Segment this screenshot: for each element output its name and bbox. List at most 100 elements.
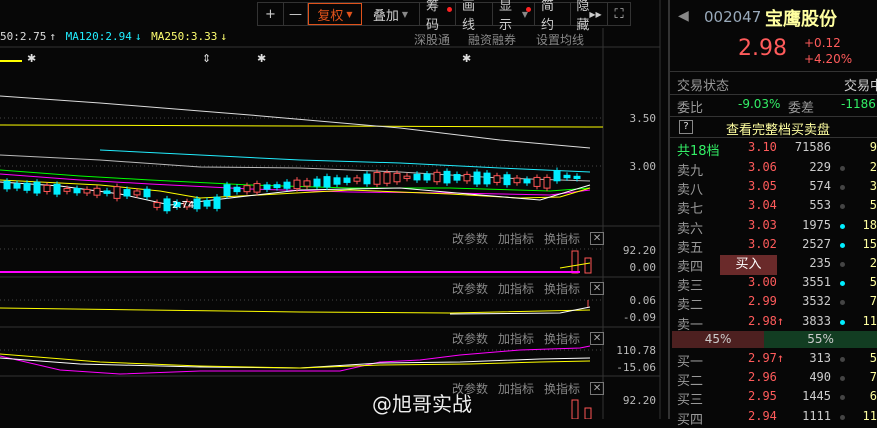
level-label: 卖三 — [677, 279, 704, 295]
level-price: 3.04 — [748, 198, 777, 213]
candle — [493, 175, 501, 183]
ask-row[interactable]: 卖六 3.03 1975 18 — [670, 217, 877, 237]
candle — [433, 171, 441, 183]
edit-params-button[interactable]: 改参数 — [452, 280, 488, 297]
ask-row[interactable]: 卖九 3.06 229 2 — [670, 159, 877, 179]
level-price: 2.94 — [748, 408, 777, 423]
candle — [403, 175, 411, 179]
candle — [313, 178, 321, 187]
swap-indicator-button[interactable]: 换指标 — [544, 330, 580, 347]
add-indicator-button[interactable]: 加指标 — [498, 380, 534, 397]
dot-icon — [840, 357, 845, 362]
axis-label: -0.09 — [622, 311, 656, 324]
price-change: +0.12 — [804, 36, 841, 50]
level-count: 11 — [862, 313, 877, 328]
full-book-button[interactable]: ? 查看完整档买卖盘 — [670, 118, 877, 138]
level-label: 卖七 — [677, 202, 704, 218]
level-label: 卖九 — [677, 164, 704, 179]
candle — [353, 177, 361, 182]
level-label: 买一 — [677, 355, 704, 370]
edit-params-button[interactable]: 改参数 — [452, 230, 488, 247]
level-count: 7 — [869, 294, 877, 309]
candle — [263, 184, 271, 190]
prev-stock-icon[interactable]: ◀ — [678, 8, 689, 24]
ask-row[interactable]: 卖七 3.04 553 5 — [670, 197, 877, 218]
status-label: 交易状态 — [677, 79, 730, 94]
candle — [233, 186, 241, 193]
swap-indicator-button[interactable]: 换指标 — [544, 380, 580, 397]
candle — [443, 170, 451, 184]
level-count: 15 — [862, 236, 877, 251]
level-price: 3.03 — [748, 217, 777, 232]
axis-label: 92.20 — [622, 394, 656, 407]
candle — [13, 183, 21, 189]
total-row: 共18档 3.10 71586 9 — [670, 139, 877, 159]
add-indicator-button[interactable]: 加指标 — [498, 280, 534, 297]
close-icon[interactable]: ✕ — [590, 332, 605, 345]
level-count: 7 — [869, 370, 877, 385]
buy-ratio: 45% — [672, 331, 765, 348]
bid-row[interactable]: 买二 2.96 490 7 — [670, 369, 877, 389]
candle — [523, 178, 531, 184]
level-price: 3.00 — [748, 275, 777, 290]
close-icon[interactable]: ✕ — [590, 232, 605, 245]
level-volume: 1111 — [802, 408, 831, 423]
swap-indicator-button[interactable]: 换指标 — [544, 230, 580, 247]
candle — [393, 172, 401, 183]
ask-row[interactable]: 卖八 3.05 574 3 — [670, 178, 877, 199]
dot-icon — [840, 223, 845, 229]
ask-row[interactable]: 卖一 2.98↑ 3833 11 — [670, 313, 877, 333]
help-icon[interactable]: ? — [679, 120, 693, 134]
weibi-row: 委比 -9.03% 委差 -1186 — [670, 96, 877, 116]
level-count: 18 — [862, 217, 877, 232]
level-count: 6 — [869, 389, 877, 404]
candle — [513, 177, 521, 184]
dot-icon — [840, 319, 845, 325]
candle — [83, 188, 91, 194]
full-book-label: 查看完整档买卖盘 — [726, 123, 831, 138]
candle — [123, 189, 131, 197]
total-price: 3.10 — [748, 140, 777, 154]
ask-row[interactable]: 卖二 2.99 3532 7 — [670, 293, 877, 313]
edit-params-button[interactable]: 改参数 — [452, 330, 488, 347]
candle — [3, 180, 11, 190]
level-price: 2.98↑ — [748, 313, 785, 328]
quote-panel: ◀ 002047 宝鹰股份 2.98 +0.12 +4.20% 交易状态 交易中 … — [668, 0, 877, 428]
close-icon[interactable]: ✕ — [590, 282, 605, 295]
dot-icon — [840, 376, 845, 382]
candle — [423, 173, 431, 181]
axis-label: 3.00 — [629, 160, 657, 173]
add-indicator-button[interactable]: 加指标 — [498, 330, 534, 347]
level-count: 5 — [869, 275, 877, 290]
ask-row[interactable]: 卖三 3.00 3551 5 — [670, 274, 877, 295]
indicator-panel-header: 改参数 加指标 换指标 ✕ — [452, 280, 605, 297]
level-count: 2 — [869, 256, 877, 270]
dot-icon — [840, 166, 845, 171]
dot-icon — [840, 262, 845, 267]
candle — [33, 181, 41, 194]
ask-row[interactable]: 卖五 3.02 2527 15 — [670, 236, 877, 256]
total-count: 9 — [869, 140, 877, 154]
dot-icon — [840, 185, 845, 191]
candle — [113, 186, 121, 199]
candle — [53, 183, 61, 195]
candle — [163, 198, 171, 212]
sell-ratio: 55% — [807, 332, 834, 346]
candle — [383, 172, 391, 184]
level-volume: 3551 — [802, 275, 831, 290]
chart-canvas[interactable]: ✱ ⇕ ✱ ✱ 2.74 — [0, 0, 668, 419]
candle — [153, 202, 161, 208]
candle — [483, 172, 491, 185]
bid-row[interactable]: 买一 2.97↑ 313 5 — [670, 350, 877, 370]
level-label: 卖八 — [677, 183, 704, 199]
bid-row[interactable]: 买四 2.94 1111 11 — [670, 408, 877, 428]
candle — [273, 184, 281, 189]
buy-button[interactable]: 买入 — [720, 255, 777, 275]
swap-indicator-button[interactable]: 换指标 — [544, 280, 580, 297]
indicator-panel-header: 改参数 加指标 换指标 ✕ — [452, 330, 605, 347]
candle — [303, 180, 311, 187]
bid-row[interactable]: 买三 2.95 1445 6 — [670, 388, 877, 408]
level-count: 5 — [869, 198, 877, 213]
close-icon[interactable]: ✕ — [590, 382, 605, 395]
add-indicator-button[interactable]: 加指标 — [498, 230, 534, 247]
